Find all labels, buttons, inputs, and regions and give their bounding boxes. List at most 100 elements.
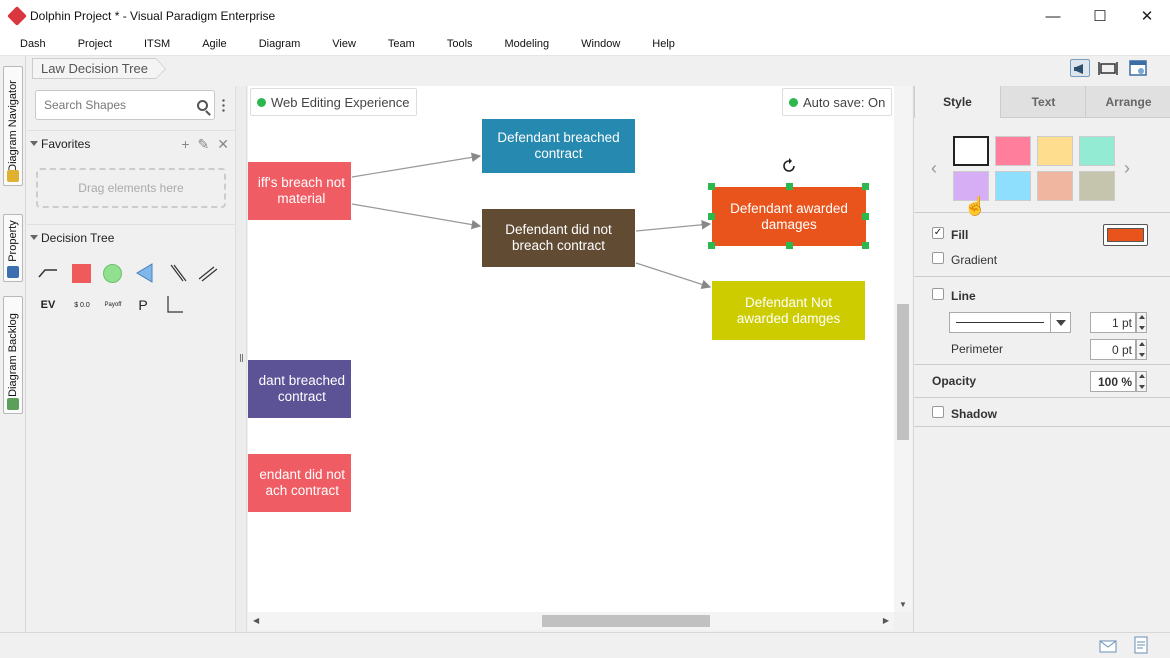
decision-tree-header[interactable]: Decision Tree	[27, 224, 235, 250]
gradient-checkbox[interactable]	[932, 252, 944, 264]
resize-handle-e[interactable]	[862, 213, 869, 220]
tab-diagram-backlog[interactable]: Diagram Backlog	[3, 296, 23, 414]
tab-text[interactable]: Text	[1000, 86, 1086, 118]
minimize-button[interactable]: —	[1030, 0, 1076, 32]
resize-handle-ne[interactable]	[862, 183, 869, 190]
line-checkbox[interactable]	[932, 288, 944, 300]
resize-handle-s[interactable]	[786, 242, 793, 249]
node-left-breached[interactable]: dant breached contract	[248, 360, 351, 418]
decision-node-tool[interactable]	[69, 261, 93, 285]
tab-property[interactable]: Property	[3, 214, 23, 282]
menu-agile[interactable]: Agile	[186, 38, 242, 50]
horizontal-scroll-thumb[interactable]	[542, 615, 710, 627]
node-defendant-awarded[interactable]: Defendant awarded damages	[712, 187, 866, 246]
swatch-next-icon[interactable]: ›	[1124, 158, 1130, 179]
scroll-down-icon[interactable]: ▼	[899, 600, 907, 609]
connector-tool-icon[interactable]	[36, 261, 60, 285]
menu-view[interactable]: View	[316, 38, 372, 50]
connector-to-awarded[interactable]	[635, 220, 712, 232]
notes-icon[interactable]	[1133, 636, 1149, 654]
maximize-button[interactable]: ☐	[1077, 0, 1123, 32]
megaphone-icon[interactable]	[1070, 59, 1090, 77]
branch-line-tool[interactable]	[165, 261, 189, 285]
swatch-sky[interactable]	[995, 171, 1031, 201]
favorites-header[interactable]: Favorites + ✎ ✕	[27, 130, 235, 156]
node-left-did-not[interactable]: endant did not ach contract	[248, 454, 351, 512]
scroll-right-icon[interactable]: ▶	[883, 616, 889, 625]
resize-handle-nw[interactable]	[708, 183, 715, 190]
perimeter-input[interactable]: 0 pt	[1090, 339, 1136, 360]
line-style-dropdown-icon[interactable]	[1050, 313, 1070, 332]
swatch-prev-icon[interactable]: ‹	[931, 158, 937, 179]
swatch-yellow[interactable]	[1037, 136, 1073, 166]
chance-node-tool[interactable]	[100, 261, 124, 285]
menu-tools[interactable]: Tools	[431, 38, 489, 50]
node-defendant-not-awarded[interactable]: Defendant Not awarded damges	[712, 281, 865, 340]
collapse-favorites-icon[interactable]	[30, 141, 38, 146]
line-style-select[interactable]	[949, 312, 1071, 333]
layout-panel-icon[interactable]	[1128, 59, 1148, 77]
more-options-icon[interactable]	[222, 98, 225, 112]
perimeter-stepper[interactable]	[1136, 339, 1147, 360]
auto-save-badge[interactable]: Auto save: On	[782, 88, 893, 116]
payoff-tool[interactable]: Payoff	[99, 293, 127, 317]
vertical-scroll-thumb[interactable]	[897, 304, 909, 440]
resize-handle-n[interactable]	[786, 183, 793, 190]
add-icon[interactable]: +	[181, 136, 189, 153]
resize-handle-se[interactable]	[862, 242, 869, 249]
menu-window[interactable]: Window	[565, 38, 636, 50]
opacity-input[interactable]: 100 %	[1090, 371, 1136, 392]
mail-icon[interactable]	[1099, 639, 1117, 653]
tab-diagram-navigator[interactable]: Diagram Navigator	[3, 66, 23, 186]
edit-icon[interactable]: ✎	[198, 136, 210, 153]
connector-to-did-not-breach[interactable]	[351, 203, 482, 230]
line-weight-stepper[interactable]	[1136, 312, 1147, 333]
vertical-scrollbar[interactable]: ▼	[894, 86, 912, 612]
menu-dash[interactable]: Dash	[4, 38, 62, 50]
resize-handle-w[interactable]	[708, 213, 715, 220]
swatch-peach[interactable]	[1037, 171, 1073, 201]
breadcrumb[interactable]: Law Decision Tree	[32, 58, 166, 79]
node-defendant-breached[interactable]: Defendant breached contract	[482, 119, 635, 173]
end-node-tool[interactable]	[133, 261, 157, 285]
connector-to-breached[interactable]	[351, 152, 482, 178]
swatch-white[interactable]	[953, 136, 989, 166]
line-weight-input[interactable]: 1 pt	[1090, 312, 1136, 333]
menu-help[interactable]: Help	[636, 38, 691, 50]
fill-checkbox[interactable]: ✓	[932, 227, 944, 239]
swatch-pink[interactable]	[995, 136, 1031, 166]
resize-handle-sw[interactable]	[708, 242, 715, 249]
favorites-drop-zone[interactable]: Drag elements here	[36, 168, 226, 208]
swatch-mint[interactable]	[1079, 136, 1115, 166]
node-defendant-did-not-breach[interactable]: Defendant did not breach contract	[482, 209, 635, 267]
money-tool[interactable]: $ 0.0	[68, 293, 96, 317]
menu-project[interactable]: Project	[62, 38, 128, 50]
tab-arrange[interactable]: Arrange	[1085, 86, 1170, 118]
rotate-handle-icon[interactable]	[780, 157, 798, 175]
tab-style[interactable]: Style	[914, 86, 1000, 118]
horizontal-scrollbar[interactable]: ◀ ▶	[248, 612, 894, 630]
collapse-decision-tree-icon[interactable]	[30, 235, 38, 240]
menu-diagram[interactable]: Diagram	[243, 38, 317, 50]
node-plaintiff-breach[interactable]: iff's breach not material	[248, 162, 351, 220]
search-icon[interactable]	[197, 100, 208, 111]
swatch-khaki[interactable]	[1079, 171, 1115, 201]
scroll-left-icon[interactable]: ◀	[253, 616, 259, 625]
opacity-stepper[interactable]	[1136, 371, 1147, 392]
panel-splitter[interactable]	[235, 86, 247, 632]
diagram-canvas[interactable]: iff's breach not material Defendant brea…	[248, 86, 894, 612]
axis-tool-icon[interactable]	[163, 293, 187, 317]
diagonal-line-tool[interactable]	[196, 261, 220, 285]
menu-modeling[interactable]: Modeling	[489, 38, 566, 50]
close-button[interactable]: ✕	[1124, 0, 1170, 32]
probability-tool[interactable]: P	[131, 293, 155, 317]
fill-color-picker[interactable]	[1103, 224, 1148, 246]
menu-team[interactable]: Team	[372, 38, 431, 50]
menu-itsm[interactable]: ITSM	[128, 38, 186, 50]
ev-tool[interactable]: EV	[36, 293, 60, 317]
shadow-checkbox[interactable]	[932, 406, 944, 418]
splitter-grip-icon[interactable]	[240, 354, 243, 362]
search-shapes-input[interactable]: Search Shapes	[35, 90, 215, 120]
fit-diagram-icon[interactable]	[1098, 59, 1118, 77]
remove-icon[interactable]: ✕	[217, 136, 229, 153]
